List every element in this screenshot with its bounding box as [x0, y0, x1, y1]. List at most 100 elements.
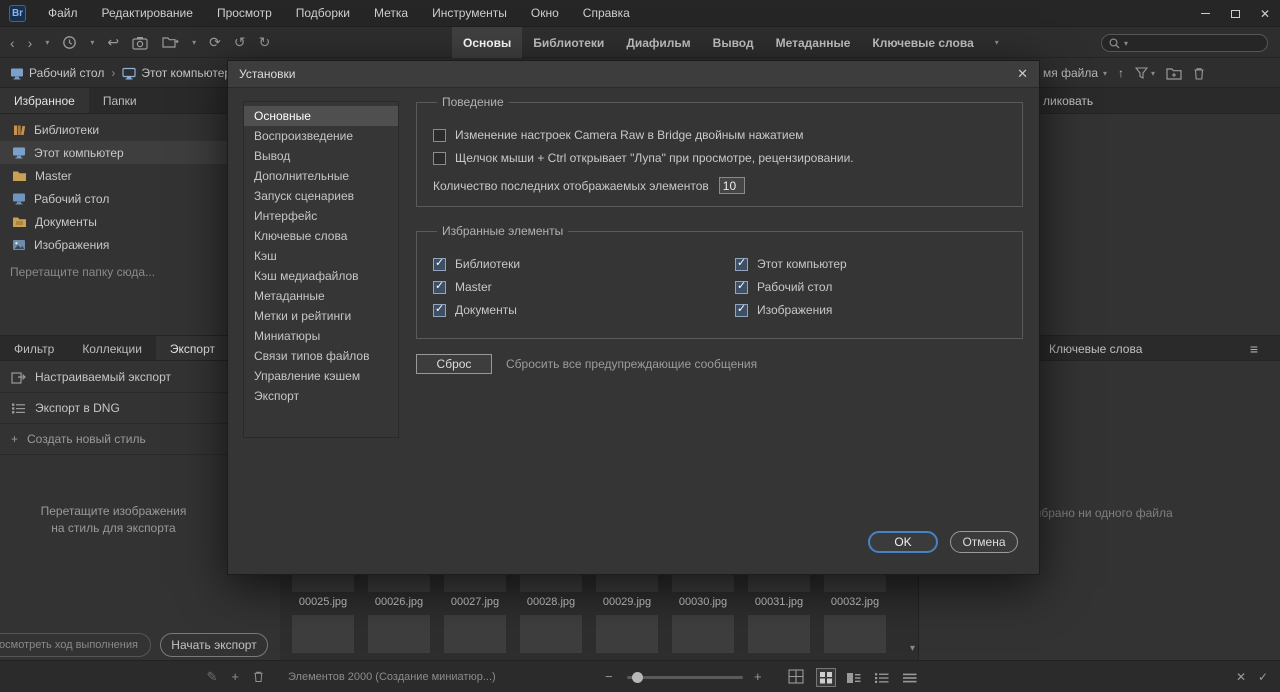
checkbox-checked-icon[interactable] [735, 302, 748, 317]
redo-icon[interactable]: ↻ [259, 34, 271, 51]
close-button[interactable]: ✕ [1250, 0, 1280, 27]
nav-item-media-cache[interactable]: Кэш медиафайлов [244, 266, 398, 286]
favorite-option-desktop[interactable]: Рабочий стол [735, 279, 1006, 294]
favorite-option-libraries[interactable]: Библиотеки [433, 256, 735, 271]
tab-collections[interactable]: Коллекции [68, 336, 156, 360]
delete-button[interactable] [1193, 67, 1205, 80]
compact-list-view-button[interactable] [899, 669, 920, 687]
reset-button[interactable]: Сброс [416, 354, 492, 374]
sort-direction-button[interactable]: ↑ [1118, 66, 1124, 80]
zoom-in-button[interactable]: + [754, 661, 762, 692]
favorite-option-documents[interactable]: Документы [433, 302, 735, 317]
slider-thumb[interactable] [632, 672, 643, 683]
search-input[interactable]: ▾ [1101, 34, 1268, 52]
checkbox-checked-icon[interactable] [735, 256, 748, 271]
move-to-folder-icon[interactable] [162, 36, 179, 49]
recent-history-icon[interactable] [62, 35, 77, 50]
favorite-option-master[interactable]: Master [433, 279, 735, 294]
refresh-icon[interactable]: ⟳ [209, 34, 221, 51]
workspace-tab-filmstrip[interactable]: Диафильм [615, 27, 701, 58]
nav-item-general[interactable]: Основные [244, 106, 398, 126]
nav-item-advanced[interactable]: Дополнительные [244, 166, 398, 186]
checkbox-checked-icon[interactable] [433, 279, 446, 294]
checkbox-icon[interactable] [433, 151, 446, 165]
undo-icon[interactable]: ↺ [234, 34, 246, 51]
minimize-button[interactable] [1190, 0, 1220, 27]
chevron-down-icon[interactable]: ▾ [90, 38, 94, 47]
menu-file[interactable]: Файл [36, 0, 90, 27]
nav-item-startup-scripts[interactable]: Запуск сценариев [244, 186, 398, 206]
cancel-task-button[interactable]: ✕ [1236, 661, 1246, 692]
checkbox-checked-icon[interactable] [433, 256, 446, 271]
view-progress-button[interactable]: осмотреть ход выполнения [0, 633, 151, 657]
menu-view[interactable]: Просмотр [205, 0, 284, 27]
nav-item-cache[interactable]: Кэш [244, 246, 398, 266]
menu-stacks[interactable]: Подборки [284, 0, 362, 27]
confirm-task-button[interactable]: ✓ [1258, 661, 1268, 692]
breadcrumb-this-pc[interactable]: Этот компьютер [122, 66, 231, 80]
chevron-down-icon[interactable]: ▾ [45, 38, 49, 47]
edit-style-icon[interactable]: ✎ [207, 669, 218, 685]
panel-menu-icon[interactable]: ≡ [1250, 336, 1258, 362]
camera-raw-option[interactable]: Изменение настроек Camera Raw в Bridge д… [433, 128, 1006, 142]
delete-style-icon[interactable] [253, 670, 264, 683]
nav-item-playback[interactable]: Воспроизведение [244, 126, 398, 146]
checkbox-icon[interactable] [433, 128, 446, 142]
maximize-button[interactable] [1220, 0, 1250, 27]
menu-tools[interactable]: Инструменты [420, 0, 519, 27]
thumbnail-view-button[interactable] [816, 668, 836, 687]
checkbox-checked-icon[interactable] [735, 279, 748, 294]
menu-window[interactable]: Окно [519, 0, 571, 27]
workspace-tab-libraries[interactable]: Библиотеки [522, 27, 615, 58]
search-scope-chevron-icon[interactable]: ▾ [1124, 39, 1128, 48]
details-view-button[interactable] [843, 669, 864, 687]
add-style-icon[interactable]: + [231, 669, 239, 684]
cancel-button[interactable]: Отмена [950, 531, 1018, 553]
breadcrumb-desktop[interactable]: Рабочий стол [10, 66, 104, 80]
nav-item-cache-management[interactable]: Управление кэшем [244, 366, 398, 386]
start-export-button[interactable]: Начать экспорт [160, 633, 268, 657]
nav-item-output[interactable]: Вывод [244, 146, 398, 166]
tab-favorites[interactable]: Избранное [0, 88, 89, 113]
dialog-close-button[interactable]: ✕ [1017, 66, 1028, 82]
tab-keywords-panel[interactable]: Ключевые слова [1049, 336, 1142, 362]
camera-import-icon[interactable] [132, 36, 149, 50]
nav-item-metadata[interactable]: Метаданные [244, 286, 398, 306]
recent-items-input[interactable] [718, 177, 745, 194]
chevron-down-icon[interactable]: ▾ [192, 38, 196, 47]
ok-button[interactable]: OK [868, 531, 938, 553]
loupe-option[interactable]: Щелчок мыши + Ctrl открывает "Лупа" при … [433, 151, 1006, 165]
nav-item-file-type-assoc[interactable]: Связи типов файлов [244, 346, 398, 366]
workspace-tab-metadata[interactable]: Метаданные [765, 27, 862, 58]
workspace-tab-keywords[interactable]: Ключевые слова [861, 27, 984, 58]
favorite-option-this-pc[interactable]: Этот компьютер [735, 256, 1006, 271]
sort-field-dropdown[interactable]: мя файла ▾ [1043, 66, 1107, 80]
zoom-out-button[interactable]: − [605, 661, 613, 692]
new-folder-button[interactable] [1166, 67, 1182, 80]
workspace-tab-output[interactable]: Вывод [702, 27, 765, 58]
menu-edit[interactable]: Редактирование [90, 0, 205, 27]
back-icon[interactable]: ‹ [10, 35, 15, 51]
checkbox-checked-icon[interactable] [433, 302, 446, 317]
grid-lock-button[interactable] [788, 669, 804, 684]
tab-publish[interactable]: ликовать [1043, 88, 1093, 114]
filter-dropdown[interactable]: ▾ [1135, 67, 1155, 79]
workspace-more-chevron-icon[interactable]: ▾ [985, 27, 1009, 58]
favorite-option-pictures[interactable]: Изображения [735, 302, 1006, 317]
menu-help[interactable]: Справка [571, 0, 642, 27]
tab-folders[interactable]: Папки [89, 88, 151, 113]
menu-label[interactable]: Метка [362, 0, 420, 27]
thumbnail-size-slider[interactable] [627, 672, 743, 683]
list-view-button[interactable] [871, 669, 892, 687]
nav-item-interface[interactable]: Интерфейс [244, 206, 398, 226]
scrollbar-down-icon[interactable]: ▾ [910, 643, 915, 654]
nav-item-thumbnails[interactable]: Миниатюры [244, 326, 398, 346]
tab-filter[interactable]: Фильтр [0, 336, 68, 360]
forward-icon[interactable]: › [28, 35, 33, 51]
workspace-tab-essentials[interactable]: Основы [452, 27, 523, 58]
nav-item-keywords[interactable]: Ключевые слова [244, 226, 398, 246]
nav-item-export[interactable]: Экспорт [244, 386, 398, 406]
nav-item-labels-ratings[interactable]: Метки и рейтинги [244, 306, 398, 326]
return-to-app-icon[interactable]: ↩ [107, 34, 119, 51]
tab-export[interactable]: Экспорт [155, 336, 230, 360]
